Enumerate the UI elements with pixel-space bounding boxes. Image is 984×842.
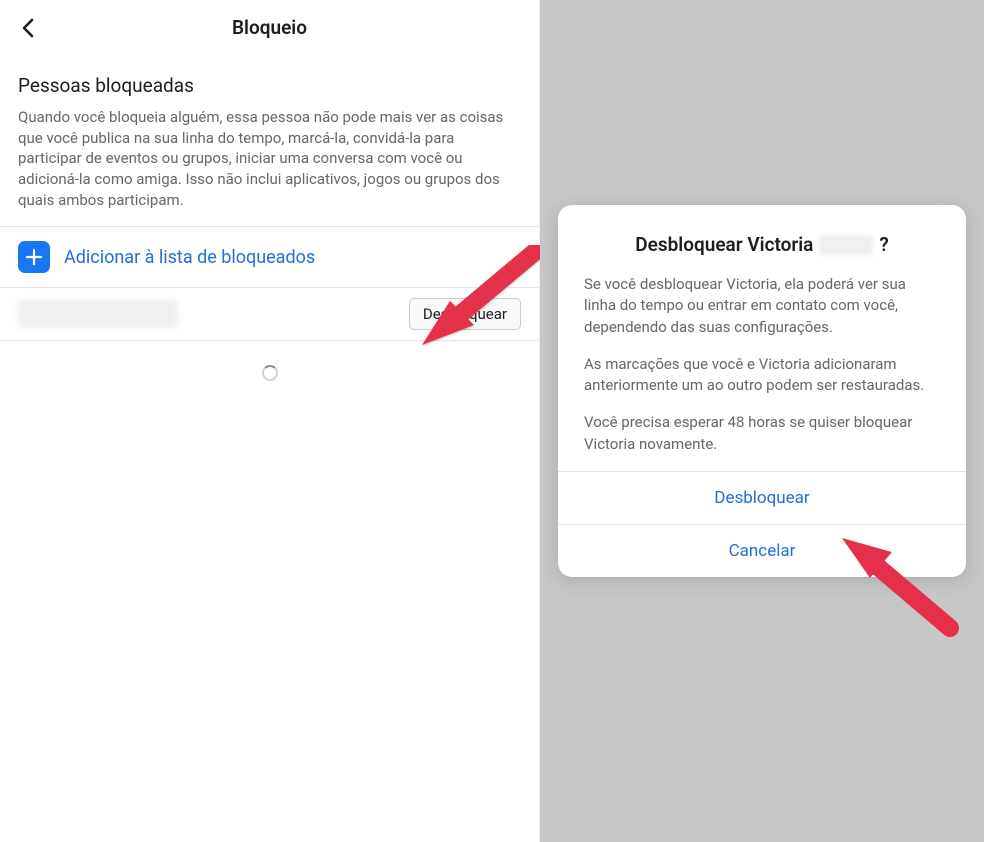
page-title: Bloqueio [232,16,307,39]
header: Bloqueio [0,0,539,56]
cancel-button[interactable]: Cancelar [558,525,966,577]
add-to-block-list-label: Adicionar à lista de bloqueados [64,247,315,268]
dialog-paragraph: Se você desbloquear Victoria, ela poderá… [558,274,966,354]
back-button[interactable] [14,13,44,43]
dialog-title-suffix: ? [879,233,888,256]
loading-spinner-icon [262,365,278,381]
plus-icon [18,241,50,273]
section-description: Quando você bloqueia alguém, essa pessoa… [0,107,539,226]
divider [0,340,539,341]
redacted-surname [819,235,873,255]
blocked-person-row: Desbloquear [0,288,539,340]
unblock-confirm-dialog: Desbloquear Victoria ? Se você desbloque… [558,205,966,577]
unblock-confirm-screen: Desbloquear Victoria ? Se você desbloque… [540,0,984,842]
dialog-title-prefix: Desbloquear Victoria [635,233,813,256]
dialog-paragraph: Você precisa esperar 48 horas se quiser … [558,412,966,471]
section-title: Pessoas bloqueadas [0,56,539,107]
dialog-title: Desbloquear Victoria ? [558,233,966,274]
chevron-left-icon [21,18,37,38]
unblock-button[interactable]: Desbloquear [409,298,521,330]
add-to-block-list-button[interactable]: Adicionar à lista de bloqueados [0,227,539,287]
dialog-paragraph: As marcações que você e Victoria adicion… [558,354,966,413]
confirm-unblock-button[interactable]: Desbloquear [558,472,966,524]
blocking-settings-screen: Bloqueio Pessoas bloqueadas Quando você … [0,0,540,842]
blocked-person-name-redacted [18,300,178,328]
